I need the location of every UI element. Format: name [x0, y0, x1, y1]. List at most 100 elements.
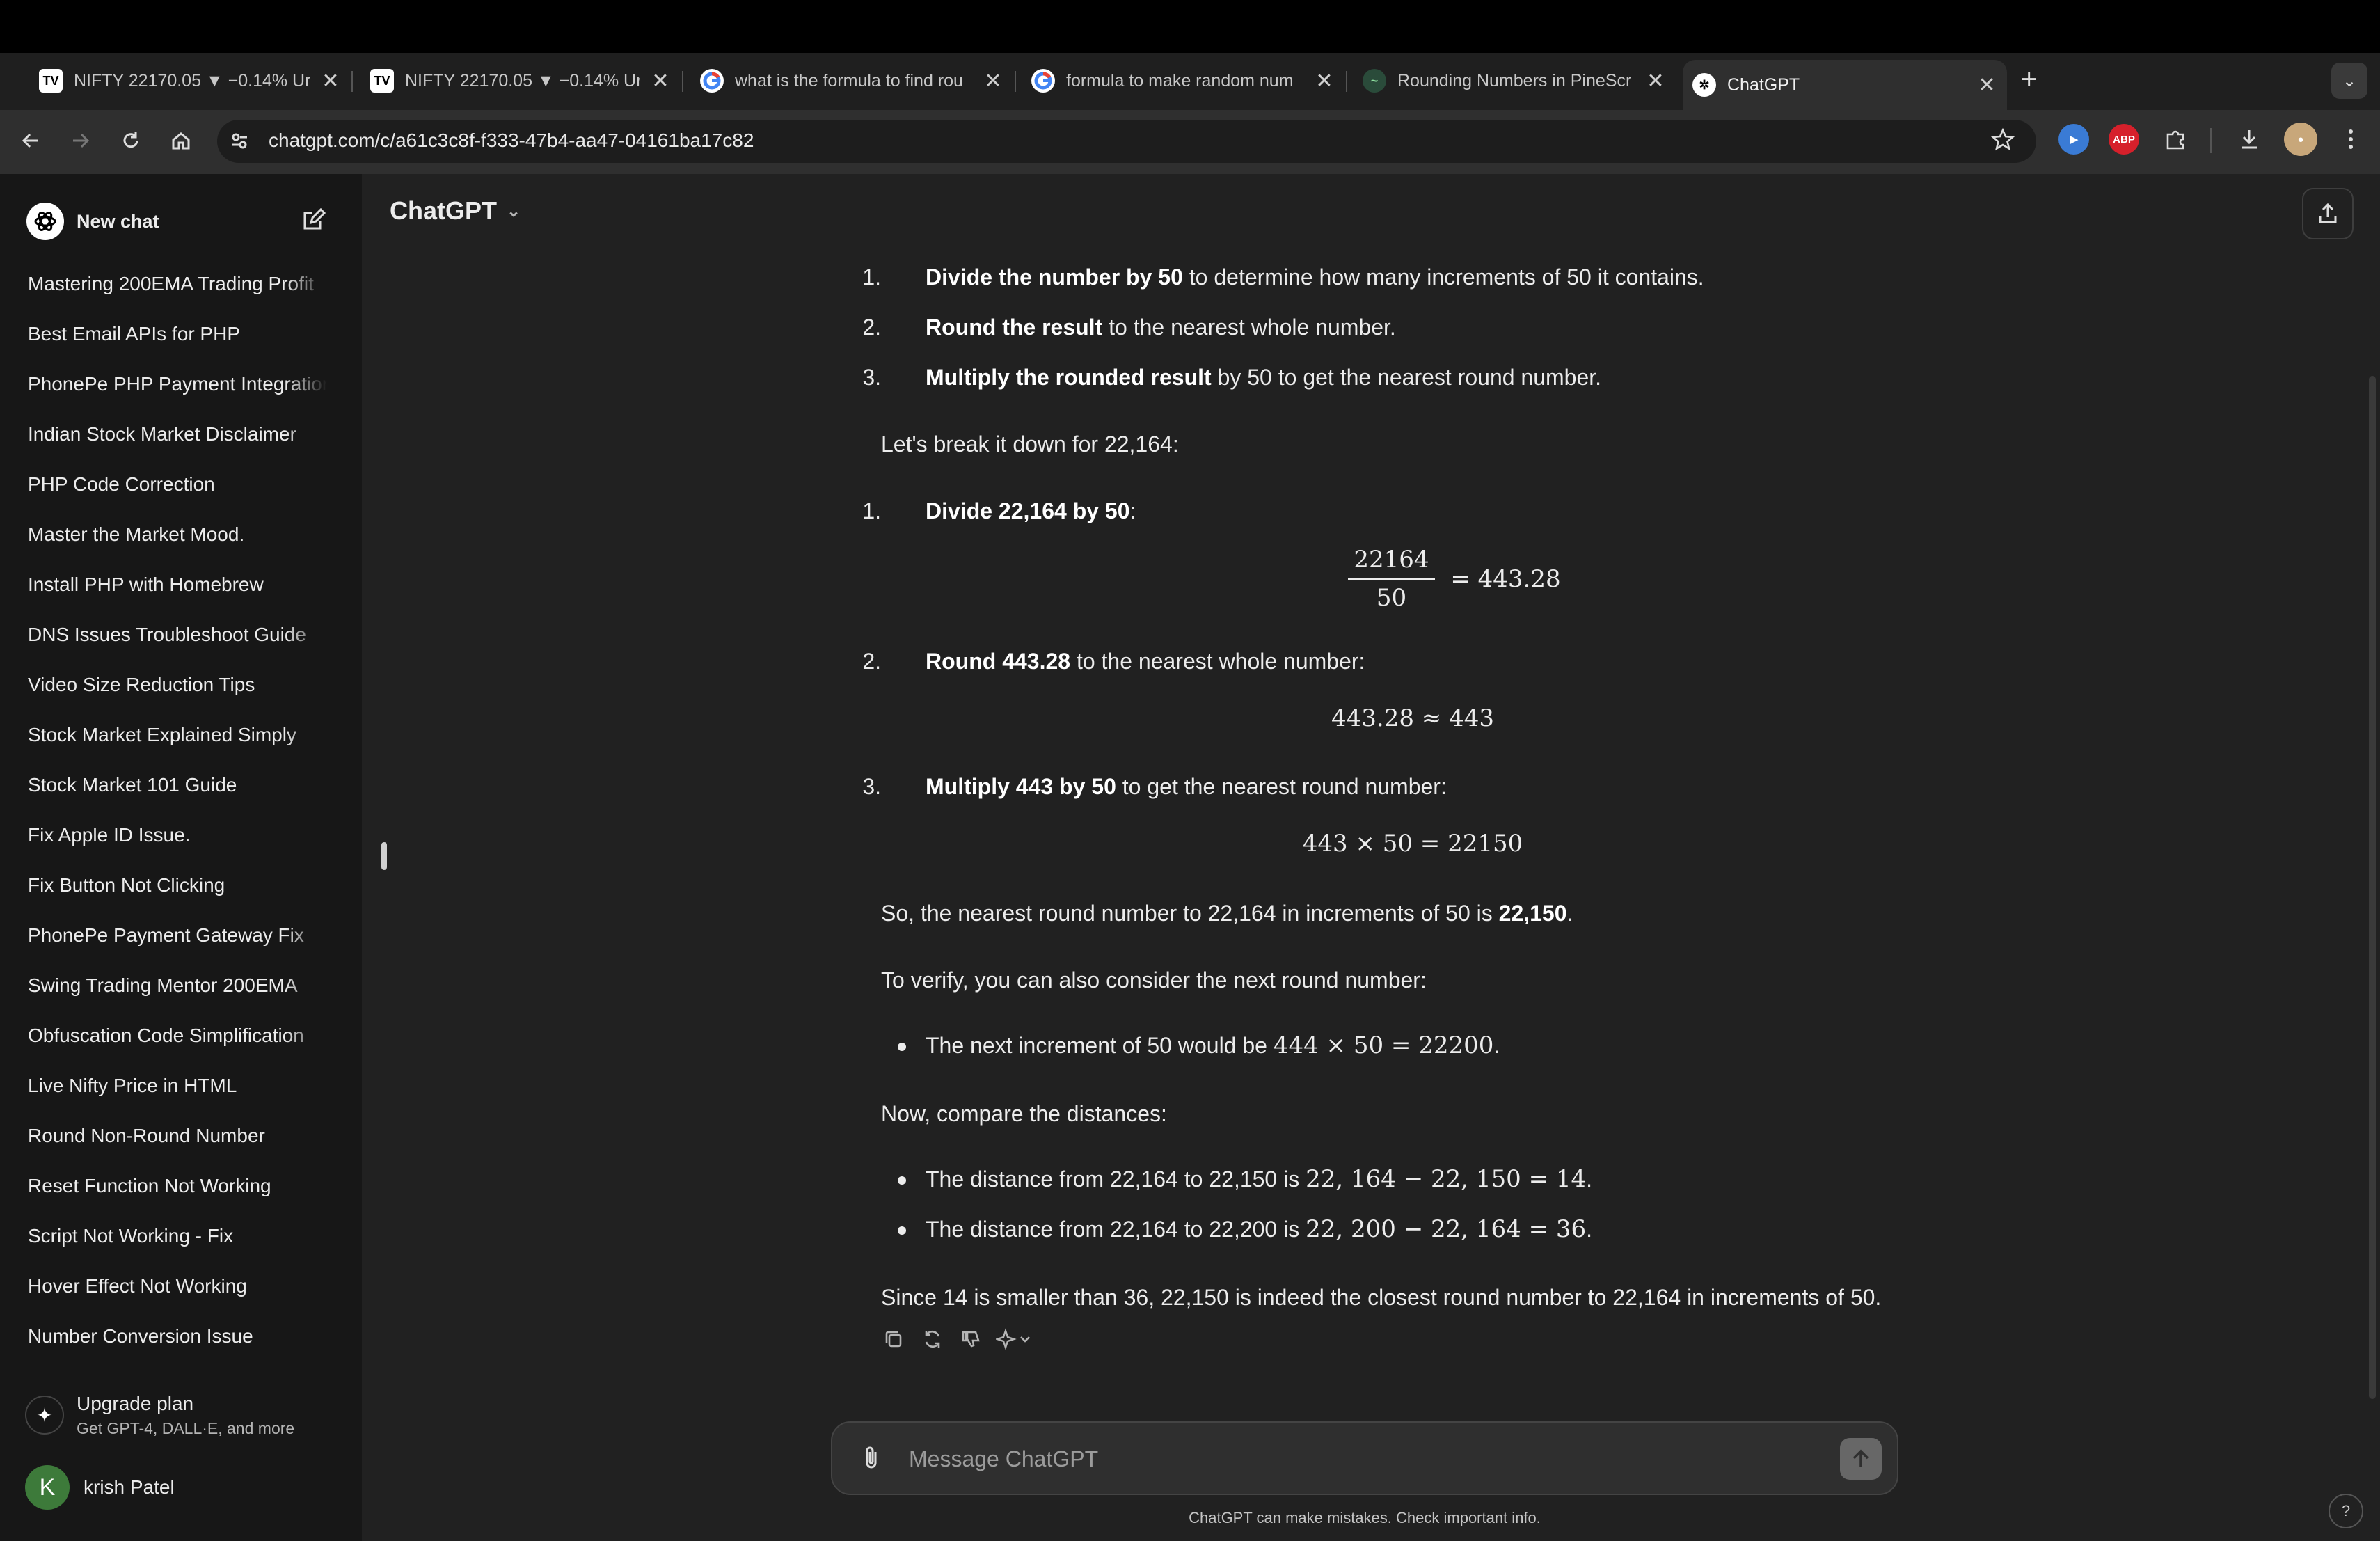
- list-item: The next increment of 50 would be 444 × …: [926, 1030, 1969, 1061]
- new-tab-icon[interactable]: +: [2021, 64, 2037, 95]
- close-tab-icon[interactable]: ✕: [1314, 69, 1335, 93]
- text: The next increment of 50 would be: [926, 1033, 1274, 1058]
- chat-history-item[interactable]: Mastering 200EMA Trading Profit: [28, 264, 327, 315]
- back-arrow-icon[interactable]: [13, 123, 49, 159]
- close-tab-icon[interactable]: ✕: [650, 69, 671, 93]
- tradingview-icon: TV: [39, 69, 63, 93]
- copy-icon[interactable]: [874, 1324, 913, 1354]
- list-item: 1. Divide the number by 50 to determine …: [862, 262, 1925, 292]
- scrollbar[interactable]: [2369, 376, 2376, 1399]
- step-text: to determine how many increments of 50 i…: [1182, 264, 1704, 290]
- help-button[interactable]: ?: [2329, 1494, 2363, 1528]
- avatar: K: [25, 1465, 70, 1510]
- chat-history-item[interactable]: Hover Effect Not Working: [28, 1267, 327, 1317]
- list-item: 1. Divide 22,164 by 50:: [862, 496, 1925, 526]
- chat-history-item[interactable]: Round Non-Round Number: [28, 1116, 327, 1167]
- sparkle-icon: ✦: [25, 1396, 64, 1435]
- chat-history-item[interactable]: Obfuscation Code Simplification: [28, 1016, 327, 1066]
- text: .: [1566, 901, 1573, 926]
- chat-history-item[interactable]: PHP Code Correction: [28, 465, 327, 515]
- paragraph: Now, compare the distances:: [881, 1101, 1167, 1126]
- step-text: by 50 to get the nearest round number.: [1211, 365, 1602, 390]
- extensions-puzzle-icon[interactable]: [2157, 121, 2193, 157]
- tab-title: ChatGPT: [1727, 74, 1800, 95]
- browser-tab-pinescript[interactable]: ~ Rounding Numbers in PineScr ✕: [1363, 60, 1666, 102]
- pinescript-icon: ~: [1363, 69, 1386, 93]
- chat-history-item[interactable]: Fix Button Not Clicking: [28, 866, 327, 916]
- chat-history-item[interactable]: Reset Function Not Working: [28, 1167, 327, 1217]
- chat-history-item[interactable]: Live Nifty Price in HTML: [28, 1066, 327, 1116]
- chat-history-item[interactable]: Fix Apple ID Issue.: [28, 816, 327, 866]
- google-icon: [1031, 69, 1055, 93]
- tab-title: NIFTY 22170.05 ▼ −0.14% Ur: [74, 70, 310, 90]
- user-menu-button[interactable]: K krish Patel: [25, 1465, 175, 1510]
- close-tab-icon[interactable]: ✕: [983, 69, 1003, 93]
- screen-recorder-extension-icon[interactable]: ▶: [2058, 124, 2089, 155]
- adblock-plus-icon[interactable]: ABP: [2109, 124, 2139, 155]
- sidebar-resize-handle[interactable]: [381, 842, 387, 870]
- upgrade-plan-subtitle: Get GPT-4, DALL·E, and more: [77, 1418, 295, 1437]
- browser-menu-kebab-icon[interactable]: [2333, 121, 2369, 157]
- forward-arrow-icon[interactable]: [63, 123, 99, 159]
- chat-history-item[interactable]: Swing Trading Mentor 200EMA: [28, 966, 327, 1016]
- new-chat-button[interactable]: New chat: [14, 189, 331, 253]
- compose-edit-icon[interactable]: [299, 206, 327, 237]
- denominator: 50: [1376, 584, 1407, 612]
- equation-round: 443.28 ≈ 443: [1331, 704, 1494, 732]
- home-icon[interactable]: [163, 123, 199, 159]
- model-selector[interactable]: ChatGPT ⌄: [390, 196, 521, 226]
- list-item: 3. Multiply the rounded result by 50 to …: [862, 362, 1925, 393]
- answer-bold: 22,150: [1498, 901, 1567, 926]
- url-text[interactable]: chatgpt.com/c/a61c3c8f-f333-47b4-aa47-04…: [269, 129, 754, 152]
- step-bold: Multiply the rounded result: [926, 365, 1212, 390]
- chat-history-item[interactable]: Indian Stock Market Disclaimer: [28, 415, 327, 465]
- chat-history-item[interactable]: Number Conversion Issue: [28, 1317, 327, 1367]
- browser-tab-nifty-2[interactable]: TV NIFTY 22170.05 ▼ −0.14% Ur ✕: [370, 60, 671, 102]
- browser-tab-nifty-1[interactable]: TV NIFTY 22170.05 ▼ −0.14% Ur ✕: [39, 60, 341, 102]
- chatgpt-icon: ✲: [1692, 73, 1716, 97]
- bullet-dot: [898, 1043, 906, 1051]
- bookmark-star-icon[interactable]: [1985, 121, 2021, 157]
- site-settings-icon[interactable]: [223, 124, 256, 157]
- inline-math: 22, 200 − 22, 164 = 36: [1306, 1215, 1587, 1243]
- text: So, the nearest round number to 22,164 i…: [881, 901, 1499, 926]
- thumbs-down-icon[interactable]: [952, 1324, 991, 1354]
- upgrade-plan-title: Upgrade plan: [77, 1392, 194, 1414]
- model-name: ChatGPT: [390, 196, 498, 225]
- list-number: 2.: [862, 315, 881, 340]
- chat-history-item[interactable]: Stock Market 101 Guide: [28, 766, 327, 816]
- profile-avatar-icon[interactable]: ●: [2284, 123, 2317, 156]
- chat-history-item[interactable]: DNS Issues Troubleshoot Guide: [28, 615, 327, 665]
- send-button[interactable]: [1840, 1438, 1882, 1480]
- browser-tab-chatgpt[interactable]: ✲ ChatGPT ✕: [1683, 60, 2007, 110]
- equation-result: = 443.28: [1450, 564, 1561, 593]
- chat-history-item[interactable]: Stock Market Explained Simply: [28, 716, 327, 766]
- chat-history-item[interactable]: PhonePe PHP Payment Integration: [28, 365, 327, 415]
- upgrade-plan-button[interactable]: ✦ Upgrade plan Get GPT-4, DALL·E, and mo…: [25, 1385, 345, 1445]
- chat-history-item[interactable]: Script Not Working - Fix: [28, 1217, 327, 1267]
- chat-history-item[interactable]: Video Size Reduction Tips: [28, 665, 327, 716]
- message-input[interactable]: Message ChatGPT: [909, 1446, 1098, 1472]
- downloads-icon[interactable]: [2231, 121, 2267, 157]
- chat-history-item[interactable]: Install PHP with Homebrew: [28, 565, 327, 615]
- step-bold: Multiply 443 by 50: [926, 774, 1116, 799]
- browser-tab-google-random[interactable]: formula to make random num ✕: [1031, 60, 1335, 102]
- chat-history-item[interactable]: PhonePe Payment Gateway Fix: [28, 916, 327, 966]
- share-button[interactable]: [2302, 188, 2354, 239]
- inline-math: 444 × 50 = 22200: [1273, 1032, 1494, 1059]
- attach-paperclip-icon[interactable]: [855, 1441, 888, 1474]
- browser-tab-google-formula[interactable]: what is the formula to find rou ✕: [700, 60, 1003, 102]
- close-tab-icon[interactable]: ✕: [1645, 69, 1666, 93]
- list-number: 1.: [862, 498, 881, 523]
- inline-math: 22, 164 − 22, 150 = 14: [1306, 1165, 1587, 1193]
- chat-history-item[interactable]: Master the Market Mood.: [28, 515, 327, 565]
- tab-search-chevron-icon[interactable]: ⌄: [2331, 63, 2367, 99]
- chat-history-item[interactable]: Best Email APIs for PHP: [28, 315, 327, 365]
- close-tab-icon[interactable]: ✕: [1976, 73, 1997, 97]
- list-item: 3. Multiply 443 by 50 to get the nearest…: [862, 771, 1925, 802]
- change-model-sparkle-icon[interactable]: [991, 1324, 1040, 1354]
- regenerate-icon[interactable]: [913, 1324, 952, 1354]
- fraction: 22164 50: [1348, 546, 1435, 612]
- reload-icon[interactable]: [113, 123, 149, 159]
- close-tab-icon[interactable]: ✕: [320, 69, 341, 93]
